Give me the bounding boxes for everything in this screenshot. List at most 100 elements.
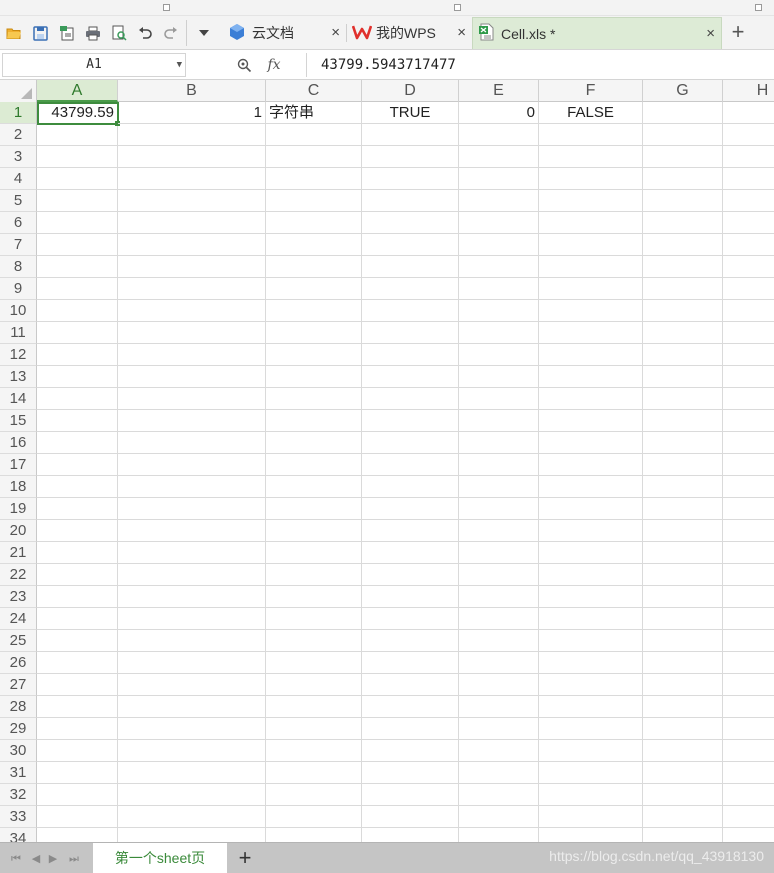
cell-c8[interactable]: [266, 256, 362, 278]
cell-e10[interactable]: [459, 300, 539, 322]
cell-g34[interactable]: [643, 828, 723, 842]
cell-b12[interactable]: [118, 344, 266, 366]
name-box[interactable]: A1 ▼: [2, 53, 186, 77]
cell-g3[interactable]: [643, 146, 723, 168]
row-header-13[interactable]: 13: [0, 366, 37, 388]
cell-f29[interactable]: [539, 718, 643, 740]
cell-h18[interactable]: [723, 476, 774, 498]
row-header-5[interactable]: 5: [0, 190, 37, 212]
row-header-19[interactable]: 19: [0, 498, 37, 520]
cell-a14[interactable]: [37, 388, 118, 410]
cell-b16[interactable]: [118, 432, 266, 454]
cell-c12[interactable]: [266, 344, 362, 366]
prev-sheet-icon[interactable]: ◀: [28, 851, 44, 867]
cell-c30[interactable]: [266, 740, 362, 762]
add-sheet-button[interactable]: +: [233, 846, 257, 870]
cell-h33[interactable]: [723, 806, 774, 828]
row-header-26[interactable]: 26: [0, 652, 37, 674]
cell-e34[interactable]: [459, 828, 539, 842]
row-header-4[interactable]: 4: [0, 168, 37, 190]
cell-g9[interactable]: [643, 278, 723, 300]
cell-g8[interactable]: [643, 256, 723, 278]
cell-g11[interactable]: [643, 322, 723, 344]
cell-e3[interactable]: [459, 146, 539, 168]
cell-g18[interactable]: [643, 476, 723, 498]
cell-b1[interactable]: 1: [118, 102, 266, 124]
cell-b23[interactable]: [118, 586, 266, 608]
cell-b33[interactable]: [118, 806, 266, 828]
cell-d22[interactable]: [362, 564, 459, 586]
cell-d15[interactable]: [362, 410, 459, 432]
cell-e5[interactable]: [459, 190, 539, 212]
cell-h14[interactable]: [723, 388, 774, 410]
cell-f25[interactable]: [539, 630, 643, 652]
cell-e23[interactable]: [459, 586, 539, 608]
cell-d1[interactable]: TRUE: [362, 102, 459, 124]
cell-f24[interactable]: [539, 608, 643, 630]
cell-a13[interactable]: [37, 366, 118, 388]
cell-b13[interactable]: [118, 366, 266, 388]
row-header-29[interactable]: 29: [0, 718, 37, 740]
cell-d17[interactable]: [362, 454, 459, 476]
close-icon[interactable]: ×: [706, 26, 715, 42]
cell-h16[interactable]: [723, 432, 774, 454]
cell-f20[interactable]: [539, 520, 643, 542]
cell-g5[interactable]: [643, 190, 723, 212]
cell-d31[interactable]: [362, 762, 459, 784]
cell-f27[interactable]: [539, 674, 643, 696]
cell-f15[interactable]: [539, 410, 643, 432]
cell-d5[interactable]: [362, 190, 459, 212]
cell-h12[interactable]: [723, 344, 774, 366]
cell-h30[interactable]: [723, 740, 774, 762]
cell-f14[interactable]: [539, 388, 643, 410]
cell-g20[interactable]: [643, 520, 723, 542]
cell-c18[interactable]: [266, 476, 362, 498]
sheet-tab-active[interactable]: 第一个sheet页: [93, 843, 227, 873]
cell-e16[interactable]: [459, 432, 539, 454]
cell-c7[interactable]: [266, 234, 362, 256]
cell-h17[interactable]: [723, 454, 774, 476]
cell-f8[interactable]: [539, 256, 643, 278]
cell-c27[interactable]: [266, 674, 362, 696]
row-header-6[interactable]: 6: [0, 212, 37, 234]
cell-h19[interactable]: [723, 498, 774, 520]
cell-c24[interactable]: [266, 608, 362, 630]
cell-f19[interactable]: [539, 498, 643, 520]
cell-d12[interactable]: [362, 344, 459, 366]
cell-e22[interactable]: [459, 564, 539, 586]
cell-b7[interactable]: [118, 234, 266, 256]
cell-c31[interactable]: [266, 762, 362, 784]
cell-g2[interactable]: [643, 124, 723, 146]
cell-f12[interactable]: [539, 344, 643, 366]
cell-e7[interactable]: [459, 234, 539, 256]
cell-c17[interactable]: [266, 454, 362, 476]
cell-g32[interactable]: [643, 784, 723, 806]
cell-d24[interactable]: [362, 608, 459, 630]
column-header-f[interactable]: F: [539, 80, 643, 102]
cell-c6[interactable]: [266, 212, 362, 234]
cell-a22[interactable]: [37, 564, 118, 586]
cell-d23[interactable]: [362, 586, 459, 608]
cell-d9[interactable]: [362, 278, 459, 300]
row-header-30[interactable]: 30: [0, 740, 37, 762]
cell-b6[interactable]: [118, 212, 266, 234]
cell-e30[interactable]: [459, 740, 539, 762]
cell-h24[interactable]: [723, 608, 774, 630]
cell-h1[interactable]: [723, 102, 774, 124]
cell-a17[interactable]: [37, 454, 118, 476]
cell-c3[interactable]: [266, 146, 362, 168]
cell-a26[interactable]: [37, 652, 118, 674]
last-sheet-icon[interactable]: ⏭: [66, 851, 82, 867]
cell-g28[interactable]: [643, 696, 723, 718]
cell-d2[interactable]: [362, 124, 459, 146]
cell-e24[interactable]: [459, 608, 539, 630]
row-header-18[interactable]: 18: [0, 476, 37, 498]
cell-f3[interactable]: [539, 146, 643, 168]
cell-h25[interactable]: [723, 630, 774, 652]
cell-c13[interactable]: [266, 366, 362, 388]
cell-g21[interactable]: [643, 542, 723, 564]
customize-dropdown-icon[interactable]: [195, 24, 213, 42]
cell-a30[interactable]: [37, 740, 118, 762]
cell-h10[interactable]: [723, 300, 774, 322]
cell-d33[interactable]: [362, 806, 459, 828]
